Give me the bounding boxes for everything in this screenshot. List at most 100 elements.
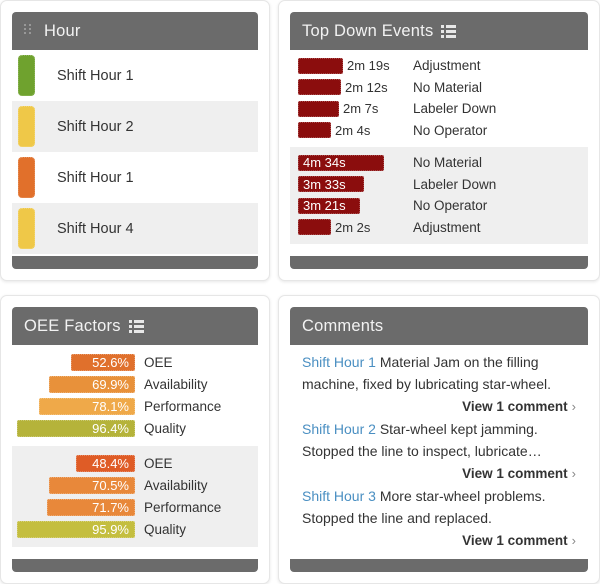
oee-value: 70.5% bbox=[92, 477, 129, 493]
view-comment-link[interactable]: View 1 comment › bbox=[302, 530, 576, 552]
table-row[interactable]: 3m 33s Labeler Down bbox=[290, 174, 588, 196]
table-row[interactable]: 52.6% OEE bbox=[12, 351, 258, 373]
drag-handle-icon[interactable] bbox=[24, 24, 32, 38]
hour-color-swatch bbox=[18, 106, 35, 147]
table-row[interactable]: 70.5% Availability bbox=[12, 474, 258, 496]
oee-bar: 78.1% bbox=[39, 397, 135, 415]
shift-link[interactable]: Shift Hour 1 bbox=[302, 354, 376, 370]
oee-label: OEE bbox=[144, 354, 173, 370]
oee-factors-footer[interactable] bbox=[12, 559, 258, 572]
table-row[interactable]: 4m 34s No Material bbox=[290, 152, 588, 174]
top-down-events-card: Top Down Events 2m 19s Adjustment 2m 12s… bbox=[278, 0, 600, 281]
table-row[interactable]: 3m 21s No Operator bbox=[290, 195, 588, 217]
oee-bar-track: 52.6% bbox=[12, 353, 135, 371]
top-down-events-header: Top Down Events bbox=[290, 12, 588, 50]
table-row[interactable]: 2m 4s No Operator bbox=[290, 120, 588, 142]
hour-color-swatch bbox=[18, 208, 35, 249]
event-reason: Labeler Down bbox=[413, 176, 497, 192]
list-icon[interactable] bbox=[128, 319, 144, 333]
view-comment-label: View 1 comment bbox=[462, 533, 568, 548]
oee-factors-panel: OEE Factors 52.6% OEE 69.9% Availability… bbox=[12, 307, 258, 572]
oee-value: 71.7% bbox=[92, 499, 129, 515]
oee-factors-header: OEE Factors bbox=[12, 307, 258, 345]
table-row[interactable]: 69.9% Availability bbox=[12, 373, 258, 395]
oee-factors-body: 52.6% OEE 69.9% Availability 78.1% Perfo… bbox=[12, 345, 258, 559]
table-row[interactable]: 2m 7s Labeler Down bbox=[290, 98, 588, 120]
shift-link[interactable]: Shift Hour 2 bbox=[302, 421, 376, 437]
event-bar bbox=[298, 100, 339, 117]
table-row[interactable]: 2m 2s Adjustment bbox=[290, 217, 588, 239]
hour-panel-header: Hour bbox=[12, 12, 258, 50]
table-row[interactable]: 48.4% OEE bbox=[12, 452, 258, 474]
event-reason: Adjustment bbox=[413, 219, 481, 235]
oee-value: 48.4% bbox=[92, 455, 129, 471]
oee-bar-track: 71.7% bbox=[12, 498, 135, 516]
event-reason: No Operator bbox=[413, 198, 488, 214]
event-reason: No Operator bbox=[413, 122, 488, 138]
top-down-events-title: Top Down Events bbox=[302, 21, 434, 40]
list-item[interactable]: Shift Hour 2 bbox=[12, 101, 258, 152]
hour-panel-footer[interactable] bbox=[12, 256, 258, 269]
event-bar-wrap: 2m 7s bbox=[290, 100, 393, 117]
event-bar bbox=[298, 79, 341, 96]
chevron-right-icon: › bbox=[571, 533, 576, 548]
hour-label: Shift Hour 2 bbox=[57, 118, 134, 135]
oee-label: Availability bbox=[144, 477, 208, 493]
chevron-right-icon: › bbox=[571, 399, 576, 414]
oee-label: Quality bbox=[144, 521, 187, 537]
oee-bar: 96.4% bbox=[17, 419, 135, 437]
hour-label: Shift Hour 1 bbox=[57, 67, 134, 84]
list-item: Shift Hour 1 Material Jam on the filling… bbox=[302, 351, 576, 395]
event-reason: Adjustment bbox=[413, 58, 481, 74]
list-item[interactable]: Shift Hour 1 bbox=[12, 50, 258, 101]
table-row[interactable]: 78.1% Performance bbox=[12, 395, 258, 417]
event-group: 2m 19s Adjustment 2m 12s No Material 2m … bbox=[290, 50, 588, 147]
event-bar bbox=[298, 219, 331, 236]
view-comment-link[interactable]: View 1 comment › bbox=[302, 396, 576, 418]
event-duration: 2m 7s bbox=[343, 101, 379, 117]
event-duration: 2m 4s bbox=[335, 122, 371, 138]
table-row[interactable]: 2m 12s No Material bbox=[290, 77, 588, 99]
list-item[interactable]: Shift Hour 1 bbox=[12, 152, 258, 203]
oee-bar-track: 48.4% bbox=[12, 454, 135, 472]
event-bar-wrap: 2m 12s bbox=[290, 79, 393, 96]
comments-header: Comments bbox=[290, 307, 588, 345]
event-duration: 3m 21s bbox=[303, 198, 346, 214]
oee-value: 95.9% bbox=[92, 521, 129, 537]
oee-value: 69.9% bbox=[92, 376, 129, 392]
list-icon[interactable] bbox=[441, 24, 457, 38]
event-reason: No Material bbox=[413, 79, 483, 95]
hour-panel-title: Hour bbox=[44, 21, 81, 40]
hour-panel: Hour Shift Hour 1 Shift Hour 2 Shift Hou… bbox=[12, 12, 258, 269]
oee-bar: 69.9% bbox=[49, 375, 135, 393]
oee-bar-track: 78.1% bbox=[12, 397, 135, 415]
comments-footer[interactable] bbox=[290, 559, 588, 572]
comments-panel: Comments Shift Hour 1 Material Jam on th… bbox=[290, 307, 588, 572]
event-duration: 2m 12s bbox=[345, 79, 388, 95]
oee-value: 96.4% bbox=[92, 420, 129, 436]
top-down-events-footer[interactable] bbox=[290, 256, 588, 269]
list-item[interactable]: Shift Hour 4 bbox=[12, 203, 258, 254]
event-bar-wrap: 3m 33s bbox=[290, 176, 393, 193]
event-bar: 3m 21s bbox=[298, 197, 360, 214]
event-bar bbox=[298, 122, 331, 139]
oee-label: OEE bbox=[144, 455, 173, 471]
list-item: Shift Hour 3 More star-wheel problems. S… bbox=[302, 485, 576, 529]
hour-color-swatch bbox=[18, 55, 35, 96]
event-duration: 2m 19s bbox=[347, 58, 390, 74]
oee-bar-track: 96.4% bbox=[12, 419, 135, 437]
event-duration: 3m 33s bbox=[303, 176, 346, 192]
view-comment-link[interactable]: View 1 comment › bbox=[302, 463, 576, 485]
oee-group: 52.6% OEE 69.9% Availability 78.1% Perfo… bbox=[12, 345, 258, 446]
table-row[interactable]: 71.7% Performance bbox=[12, 496, 258, 518]
hour-color-swatch bbox=[18, 157, 35, 198]
oee-bar: 71.7% bbox=[47, 498, 135, 516]
event-bar: 3m 33s bbox=[298, 176, 364, 193]
shift-link[interactable]: Shift Hour 3 bbox=[302, 488, 376, 504]
table-row[interactable]: 2m 19s Adjustment bbox=[290, 55, 588, 77]
table-row[interactable]: 96.4% Quality bbox=[12, 417, 258, 439]
event-bar-wrap: 4m 34s bbox=[290, 154, 393, 171]
table-row[interactable]: 95.9% Quality bbox=[12, 518, 258, 540]
oee-bar: 70.5% bbox=[49, 476, 135, 494]
oee-factors-title: OEE Factors bbox=[24, 316, 121, 335]
